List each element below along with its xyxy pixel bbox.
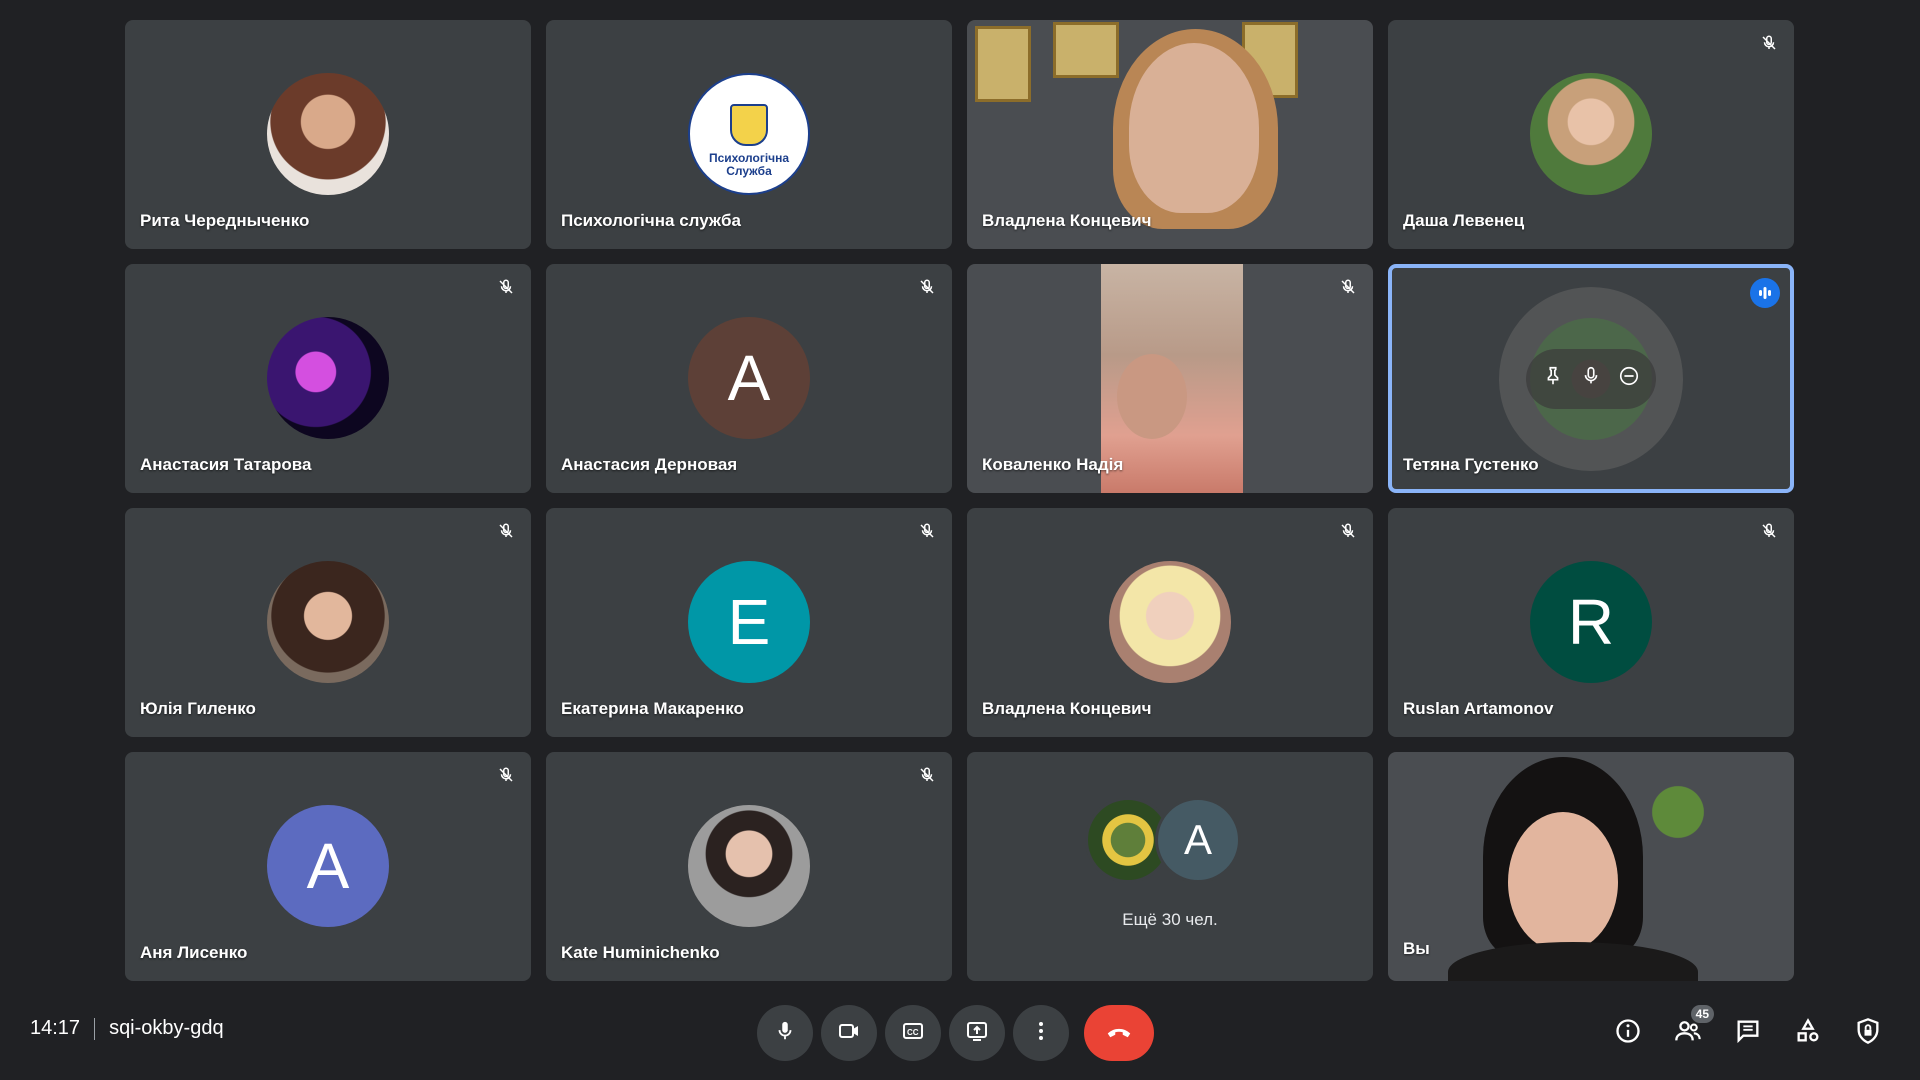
participant-avatar xyxy=(267,317,389,439)
logo-text: Психологічна Служба xyxy=(708,151,790,178)
participant-video-tile[interactable]: Коваленко Надія xyxy=(967,264,1373,493)
participant-tile[interactable]: Анастасия Татарова xyxy=(125,264,531,493)
clock: 14:17 xyxy=(30,1017,81,1039)
activities-icon xyxy=(1794,1017,1822,1050)
participant-tile[interactable]: Владлена Концевич xyxy=(967,508,1373,737)
tile-hover-controls xyxy=(1499,286,1683,471)
self-video-tile[interactable]: Вы xyxy=(1388,752,1794,981)
chat-button[interactable] xyxy=(1730,1015,1766,1051)
host-controls-icon xyxy=(1854,1017,1882,1050)
participant-name: Kate Huminichenko xyxy=(561,943,720,962)
participant-grid: Рита Чередныченко Психологічна Служба Пс… xyxy=(125,20,1796,981)
participant-name: Юлія Гиленко xyxy=(140,699,256,718)
audio-bars-icon xyxy=(1750,278,1780,308)
present-button[interactable] xyxy=(949,1005,1005,1061)
participant-name: Даша Левенец xyxy=(1403,211,1525,230)
participant-initial-avatar: A xyxy=(688,317,810,439)
camera-icon xyxy=(837,1019,861,1048)
pin-icon[interactable] xyxy=(1542,365,1564,392)
captions-icon: CC xyxy=(901,1019,925,1048)
mic-off-icon xyxy=(1758,520,1780,542)
wall-certificate xyxy=(975,26,1031,102)
participant-video-tile[interactable]: Владлена Концевич xyxy=(967,20,1373,249)
activities-button[interactable] xyxy=(1790,1015,1826,1051)
participant-tile[interactable]: Психологічна Служба Психологічна служба xyxy=(546,20,952,249)
participant-tile[interactable]: Юлія Гиленко xyxy=(125,508,531,737)
video-face xyxy=(1117,354,1187,439)
mic-icon xyxy=(774,1020,796,1047)
divider xyxy=(94,1017,96,1040)
participant-tile[interactable]: A Анастасия Дерновая xyxy=(546,264,952,493)
camera-button[interactable] xyxy=(821,1005,877,1061)
more-options-button[interactable] xyxy=(1013,1005,1069,1061)
participant-tile[interactable]: E Екатерина Макаренко xyxy=(546,508,952,737)
mic-off-icon xyxy=(495,520,517,542)
more-options-icon xyxy=(1029,1019,1053,1048)
end-call-button[interactable] xyxy=(1084,1005,1154,1061)
present-icon xyxy=(965,1019,989,1048)
mic-off-icon xyxy=(1758,32,1780,54)
mic-icon[interactable] xyxy=(1580,365,1602,392)
video-face xyxy=(1129,42,1260,213)
mic-button[interactable] xyxy=(757,1005,813,1061)
video-body xyxy=(1448,942,1698,981)
participant-name: Анастасия Дерновая xyxy=(561,455,738,474)
participant-avatar xyxy=(267,561,389,683)
participant-avatar xyxy=(1109,561,1231,683)
captions-button[interactable]: CC xyxy=(885,1005,941,1061)
participant-name: Тетяна Густенко xyxy=(1403,455,1539,474)
host-controls-button[interactable] xyxy=(1850,1015,1886,1051)
mic-off-icon xyxy=(1337,276,1359,298)
emblem-icon xyxy=(730,104,768,146)
remove-icon[interactable] xyxy=(1618,365,1640,392)
participant-initial-avatar: E xyxy=(688,561,810,683)
svg-text:CC: CC xyxy=(907,1028,919,1037)
people-count-badge: 45 xyxy=(1690,1005,1714,1023)
mic-off-icon xyxy=(495,276,517,298)
mic-off-icon xyxy=(916,764,938,786)
participant-name: Владлена Концевич xyxy=(982,211,1152,230)
mic-off-icon xyxy=(916,520,938,542)
participant-name: Ruslan Artamonov xyxy=(1403,699,1554,718)
participant-avatar xyxy=(1530,73,1652,195)
mic-off-icon xyxy=(495,764,517,786)
more-participants-tile[interactable]: A Ещё 30 чел. xyxy=(967,752,1373,981)
participant-name: Психологічна служба xyxy=(561,211,741,230)
video-face xyxy=(1508,812,1618,952)
mic-off-icon xyxy=(916,276,938,298)
participant-initial-avatar: A xyxy=(267,805,389,927)
organization-logo: Психологічна Служба xyxy=(688,73,810,195)
participant-avatar xyxy=(267,73,389,195)
info-icon xyxy=(1614,1017,1642,1050)
participant-avatar xyxy=(688,805,810,927)
participant-name: Коваленко Надія xyxy=(982,455,1124,474)
participant-name: Екатерина Макаренко xyxy=(561,699,744,718)
more-participants-label: Ещё 30 чел. xyxy=(1122,910,1218,929)
end-call-icon xyxy=(1104,1016,1134,1051)
info-button[interactable] xyxy=(1610,1015,1646,1051)
mic-off-icon xyxy=(1337,520,1359,542)
participant-name: Анастасия Татарова xyxy=(140,455,312,474)
wall-certificate xyxy=(1053,22,1119,78)
participant-initial-avatar: A xyxy=(1155,797,1241,883)
participant-name: Рита Чередныченко xyxy=(140,211,310,230)
participant-tile[interactable]: R Ruslan Artamonov xyxy=(1388,508,1794,737)
people-button[interactable]: 45 xyxy=(1670,1005,1714,1051)
meeting-info: 14:17 sqi-okby-gdq xyxy=(30,1017,224,1040)
self-label: Вы xyxy=(1403,939,1430,958)
chat-icon xyxy=(1734,1017,1762,1050)
bottom-control-bar: 14:17 sqi-okby-gdq CC 45 xyxy=(0,985,1920,1080)
more-participants-avatars: A xyxy=(1085,797,1255,883)
meeting-code: sqi-okby-gdq xyxy=(109,1017,224,1039)
participant-tile[interactable]: Даша Левенец xyxy=(1388,20,1794,249)
participant-name: Владлена Концевич xyxy=(982,699,1152,718)
participant-name: Аня Лисенко xyxy=(140,943,248,962)
participant-tile-active[interactable]: Тетяна Густенко xyxy=(1388,264,1794,493)
participant-tile[interactable]: A Аня Лисенко xyxy=(125,752,531,981)
participant-initial-avatar: R xyxy=(1530,561,1652,683)
participant-tile[interactable]: Kate Huminichenko xyxy=(546,752,952,981)
participant-tile[interactable]: Рита Чередныченко xyxy=(125,20,531,249)
